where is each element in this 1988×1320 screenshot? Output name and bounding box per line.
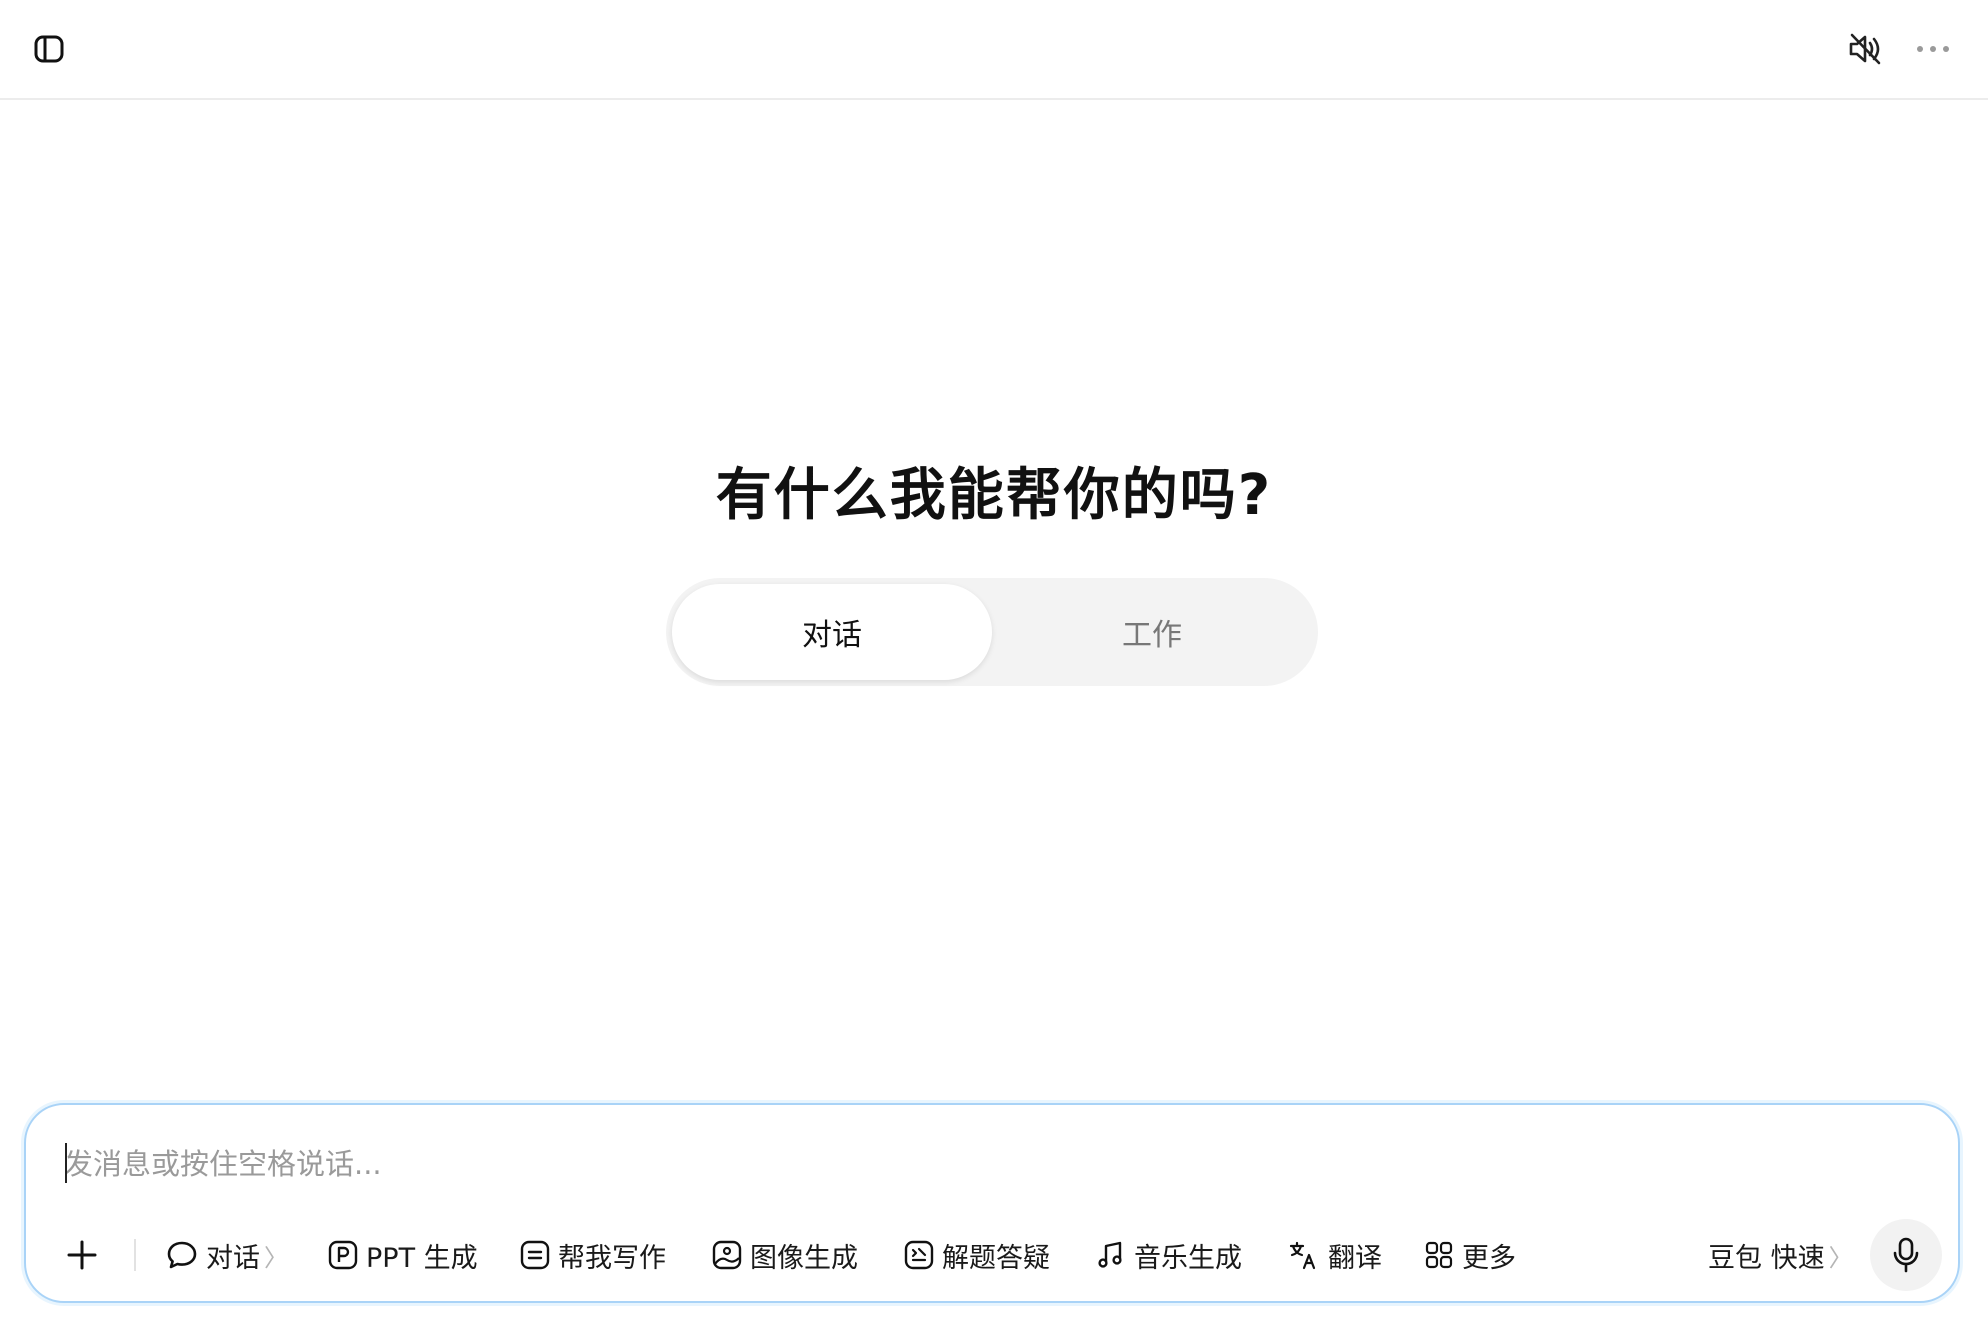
tab-work[interactable]: 工作 bbox=[992, 584, 1312, 680]
tool-ppt-label: PPT 生成 bbox=[366, 1242, 478, 1274]
tool-more-label: 更多 bbox=[1462, 1242, 1516, 1274]
page-title: 有什么我能帮你的吗? bbox=[715, 463, 1273, 528]
plus-icon bbox=[67, 1240, 97, 1270]
message-input[interactable] bbox=[64, 1141, 1864, 1187]
tool-music-label: 音乐生成 bbox=[1134, 1242, 1242, 1274]
writing-icon bbox=[520, 1240, 550, 1270]
composer-toolbar: 对话 〉 PPT 生成 帮我写作 图像生成 解题答疑 音乐生成 翻译 更多 豆包… bbox=[26, 1219, 1962, 1291]
tool-translate-label: 翻译 bbox=[1328, 1242, 1382, 1274]
text-caret bbox=[65, 1143, 67, 1183]
solve-icon bbox=[904, 1240, 934, 1270]
speaker-muted-icon[interactable] bbox=[1842, 26, 1888, 72]
ppt-icon bbox=[328, 1240, 358, 1270]
sidebar-toggle-icon[interactable] bbox=[26, 26, 72, 72]
tool-chat[interactable]: 对话 〉 bbox=[166, 1231, 288, 1279]
add-attachment-button[interactable] bbox=[58, 1231, 106, 1279]
chevron-right-icon: 〉 bbox=[264, 1243, 288, 1272]
tool-writing-label: 帮我写作 bbox=[558, 1242, 666, 1274]
model-selector[interactable]: 豆包 快速 〉 bbox=[1708, 1231, 1853, 1279]
music-icon bbox=[1098, 1241, 1122, 1268]
tool-image-label: 图像生成 bbox=[750, 1242, 858, 1274]
message-composer: 对话 〉 PPT 生成 帮我写作 图像生成 bbox=[24, 1103, 1960, 1303]
model-label: 豆包 快速 bbox=[1708, 1242, 1825, 1274]
tool-chat-label: 对话 bbox=[206, 1242, 260, 1274]
image-icon bbox=[712, 1240, 742, 1270]
chevron-right-icon: 〉 bbox=[1828, 1243, 1853, 1272]
microphone-icon bbox=[1893, 1237, 1919, 1273]
tool-solve-label: 解题答疑 bbox=[942, 1242, 1050, 1274]
tab-chat[interactable]: 对话 bbox=[672, 584, 992, 680]
tool-ppt[interactable]: PPT 生成 bbox=[328, 1231, 478, 1279]
tool-more[interactable]: 更多 bbox=[1424, 1231, 1516, 1279]
top-bar bbox=[0, 0, 1988, 100]
tool-music[interactable]: 音乐生成 bbox=[1096, 1231, 1242, 1279]
grid-icon bbox=[1425, 1241, 1453, 1269]
voice-input-button[interactable] bbox=[1870, 1219, 1942, 1291]
tool-translate[interactable]: 翻译 bbox=[1288, 1231, 1382, 1279]
tool-solve[interactable]: 解题答疑 bbox=[904, 1231, 1050, 1279]
tool-writing[interactable]: 帮我写作 bbox=[520, 1231, 666, 1279]
toolbar-divider bbox=[134, 1239, 136, 1271]
more-dots-icon[interactable] bbox=[1910, 26, 1956, 72]
tool-image[interactable]: 图像生成 bbox=[712, 1231, 858, 1279]
translate-icon bbox=[1289, 1241, 1316, 1270]
mode-switch: 对话 工作 bbox=[666, 578, 1318, 686]
chat-bubble-icon bbox=[167, 1241, 197, 1269]
